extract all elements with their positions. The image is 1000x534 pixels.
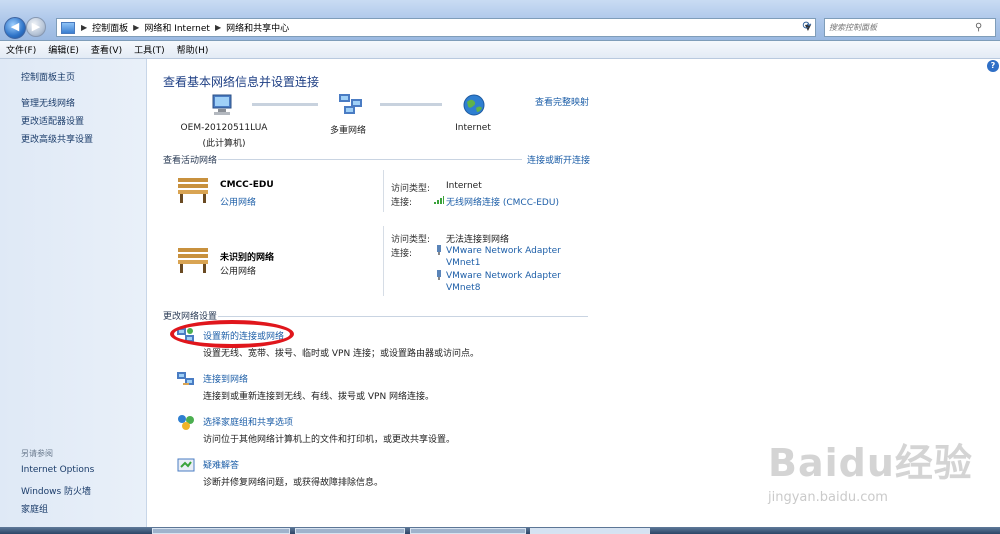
access-type-value: Internet [446,181,482,191]
computer-name: OEM-20120511LUA [180,123,268,133]
taskbar-button[interactable] [295,528,405,534]
search-icon[interactable]: ⚲ [975,22,982,33]
map-node-internet: Internet [455,123,491,133]
breadcrumb-control-panel[interactable]: 控制面板 [89,21,131,34]
vmnet8-adapter-link[interactable]: VMware Network Adapter [446,271,561,281]
internet-globe-icon [463,94,485,116]
task-troubleshoot-link[interactable]: 疑难解答 [203,458,239,471]
map-node-multi-network: 多重网络 [329,126,366,136]
connection-label: 连接: [391,198,413,208]
multiple-networks-icon [339,94,362,114]
divider [383,170,384,212]
connect-disconnect-link[interactable]: 连接或断开连接 [527,153,590,166]
chevron-right-icon[interactable]: ▶ [213,23,223,32]
menu-edit[interactable]: 编辑(E) [42,43,85,56]
menu-help[interactable]: 帮助(H) [171,43,215,56]
task-connect-network-link[interactable]: 连接到网络 [203,372,248,385]
sidebar: 控制面板主页 管理无线网络 更改适配器设置 更改高级共享设置 另请参阅 Inte… [0,59,147,534]
divider [383,226,384,296]
forward-button[interactable]: ▶ [26,17,46,37]
page-title: 查看基本网络信息并设置连接 [163,75,320,89]
troubleshoot-icon [177,458,195,472]
connection-label: 连接: [391,249,413,259]
divider [218,159,522,160]
baidu-watermark: Baidu经验 jingyan.baidu.com [760,432,998,522]
taskbar-button[interactable] [410,528,526,534]
menu-file[interactable]: 文件(F) [0,43,42,56]
sidebar-item-advanced-sharing[interactable]: 更改高级共享设置 [21,132,93,145]
wireless-signal-icon [434,196,444,204]
access-type-label: 访问类型: [391,235,431,245]
network-type-link[interactable]: 公用网络 [220,195,256,208]
address-toolbar: ◀ ▶ ▶ 控制面板 ▶ 网络和 Internet ▶ 网络和共享中心 ▼ ⟳ … [0,0,1000,41]
taskbar-button-active[interactable] [530,528,650,534]
vmnet1-adapter-link[interactable]: VMware Network Adapter [446,246,561,256]
task-homegroup-desc: 访问位于其他网络计算机上的文件和打印机，或更改共享设置。 [203,435,456,445]
access-type-label: 访问类型: [391,184,431,194]
connect-network-icon [177,372,194,385]
task-homegroup-link[interactable]: 选择家庭组和共享选项 [203,415,293,428]
see-also-title: 另请参阅 [21,449,53,458]
vmnet1-adapter-link[interactable]: VMnet1 [446,258,480,268]
divider [218,316,588,317]
access-type-value: 无法连接到网络 [446,235,510,245]
computer-subtitle: (此计算机) [202,139,246,149]
sidebar-item-control-panel-home[interactable]: 控制面板主页 [21,70,75,83]
task-new-connection-desc: 设置无线、宽带、拨号、临时或 VPN 连接；或设置路由器或访问点。 [203,349,480,359]
public-network-bench-icon [178,178,208,203]
refresh-icon[interactable]: ⟳ [796,19,818,36]
vmnet8-adapter-link[interactable]: VMnet8 [446,283,480,293]
task-troubleshoot-desc: 诊断并修复网络问题，或获得故障排除信息。 [203,478,384,488]
view-full-map-link[interactable]: 查看完整映射 [535,95,589,108]
network-name: 未识别的网络 [220,253,275,263]
map-connector-line [380,103,442,106]
sidebar-item-homegroup[interactable]: 家庭组 [21,502,48,515]
adapter-icon [437,245,441,255]
sidebar-item-firewall[interactable]: Windows 防火墙 [21,484,91,497]
highlight-annotation [170,320,294,348]
chevron-right-icon[interactable]: ▶ [79,23,89,32]
menu-view[interactable]: 查看(V) [85,43,128,56]
sidebar-item-adapter-settings[interactable]: 更改适配器设置 [21,114,84,127]
task-connect-network-desc: 连接到或重新连接到无线、有线、拨号或 VPN 网络连接。 [203,392,435,402]
map-connector-line [252,103,318,106]
menu-tools[interactable]: 工具(T) [128,43,171,56]
active-networks-title: 查看活动网络 [163,156,218,166]
homegroup-icon [178,415,194,430]
address-bar[interactable]: ▶ 控制面板 ▶ 网络和 Internet ▶ 网络和共享中心 ▼ [56,18,816,37]
public-network-bench-icon [178,248,208,273]
watermark-url: jingyan.baidu.com [768,490,888,505]
sidebar-item-internet-options[interactable]: Internet Options [21,465,94,475]
chevron-right-icon[interactable]: ▶ [131,23,141,32]
back-button[interactable]: ◀ [4,17,26,39]
computer-icon [212,94,232,115]
adapter-icon [437,270,441,280]
breadcrumb-network-internet[interactable]: 网络和 Internet [141,21,213,34]
watermark-logo: Baidu经验 [768,441,973,485]
control-panel-icon [61,21,75,34]
wireless-connection-link[interactable]: 无线网络连接 (CMCC-EDU) [446,195,559,208]
network-type: 公用网络 [220,267,257,277]
taskbar-button[interactable] [152,528,290,534]
breadcrumb-network-sharing-center[interactable]: 网络和共享中心 [223,21,292,34]
network-name: CMCC-EDU [220,180,274,190]
menu-bar: 文件(F) 编辑(E) 查看(V) 工具(T) 帮助(H) [0,41,1000,59]
sidebar-item-manage-wireless[interactable]: 管理无线网络 [21,96,75,109]
search-input[interactable] [825,23,975,32]
help-icon[interactable]: ? [987,60,999,72]
map-node-computer: OEM-20120511LUA (此计算机) [176,123,272,149]
search-box[interactable]: ⚲ [824,18,996,37]
